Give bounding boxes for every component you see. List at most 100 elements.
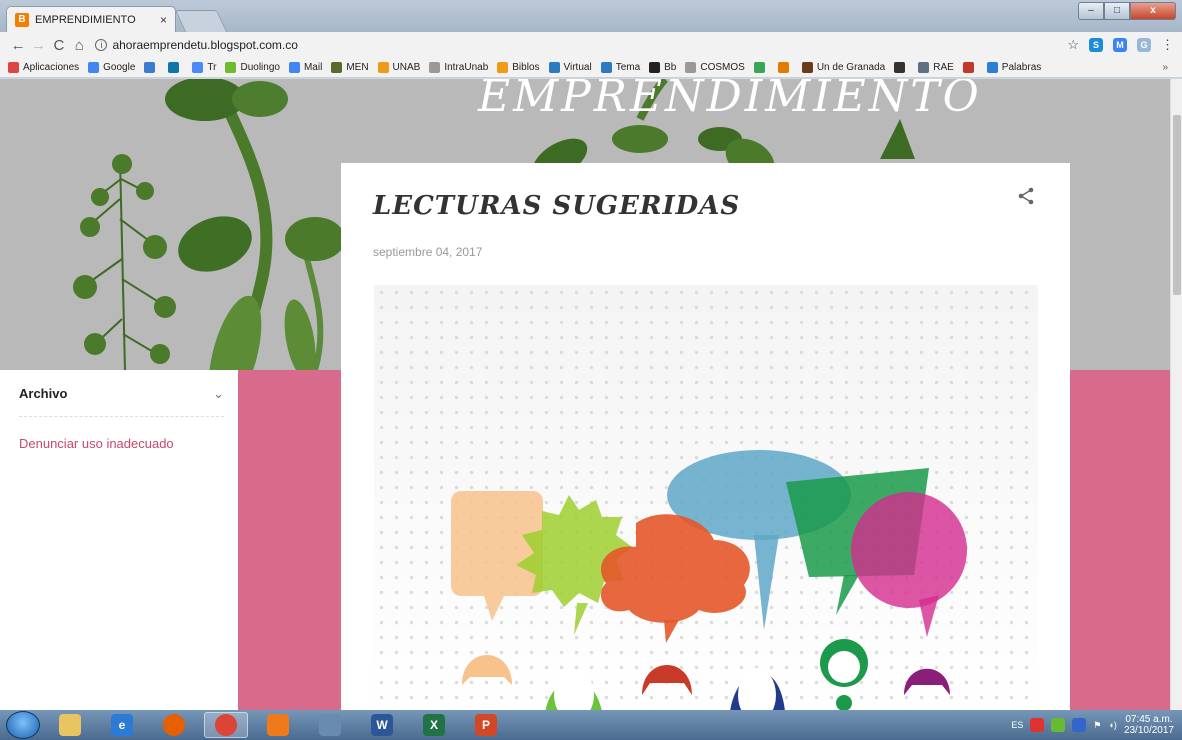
taskbar-file-explorer-button[interactable] [48, 712, 92, 738]
extension-icon[interactable]: G [1137, 38, 1151, 52]
tray-app-icon[interactable] [1051, 718, 1066, 732]
word-icon: W [371, 714, 393, 736]
clock-time: 07:45 a.m. [1125, 714, 1173, 725]
unab-icon [548, 62, 560, 73]
bookmark-item[interactable]: Un de Granada [801, 62, 886, 73]
bookmark-item[interactable] [168, 62, 183, 73]
bookmark-label: Tr [207, 62, 217, 73]
bookmark-item[interactable] [894, 62, 909, 73]
bookmark-label: Google [103, 62, 136, 73]
file-explorer-icon [59, 714, 81, 736]
archive-label: Archivo [19, 386, 68, 401]
post-image[interactable] [374, 285, 1038, 710]
app-icon [753, 62, 765, 73]
blogger-favicon-icon: B [15, 12, 29, 27]
flag-icon[interactable]: ⚑ [1093, 720, 1101, 731]
start-button[interactable] [6, 711, 40, 739]
bookmark-item[interactable]: Aplicaciones [8, 62, 79, 73]
page-scrollbar[interactable] [1170, 79, 1182, 710]
taskbar-powerpoint-button[interactable]: P [464, 712, 508, 738]
bookmarks-more-icon[interactable]: » [1162, 62, 1168, 73]
home-icon[interactable]: ⌂ [69, 37, 89, 54]
taskbar-internet-explorer-button[interactable]: e [100, 712, 144, 738]
internet-explorer-icon: e [111, 714, 133, 736]
google-icon [288, 62, 300, 73]
bookmark-item[interactable]: Duolingo [225, 62, 280, 73]
taskbar-excel-button[interactable]: X [412, 712, 456, 738]
taskbar-notepad-button[interactable] [308, 712, 352, 738]
reload-icon[interactable]: C [49, 37, 69, 54]
maximize-button[interactable]: □ [1104, 2, 1130, 20]
blog-header-title[interactable]: EMPRENDIMIENTO [478, 79, 982, 122]
unab-icon [377, 62, 389, 73]
tray-app-icon[interactable] [1072, 718, 1087, 732]
bookmark-item[interactable] [962, 62, 978, 73]
bookmark-label: RAE [933, 62, 954, 73]
extension-icon[interactable]: M [1113, 38, 1127, 52]
page-icon [429, 62, 441, 73]
bookmark-item[interactable]: RAE [918, 62, 954, 73]
scrollbar-thumb[interactable] [1173, 115, 1181, 295]
bookmark-item[interactable]: MEN [331, 62, 369, 73]
bookmark-label: UNAB [392, 62, 421, 73]
tab-close-icon[interactable]: × [160, 13, 167, 27]
bookmark-item[interactable]: Bb [649, 62, 676, 73]
chevron-down-icon[interactable]: ⌄ [213, 386, 224, 402]
tab-title: EMPRENDIMIENTO [35, 13, 136, 26]
bookmark-item[interactable]: Tema [600, 62, 641, 73]
clock-date: 23/10/2017 [1123, 725, 1174, 736]
bookmark-item[interactable]: COSMOS [685, 62, 745, 73]
language-indicator[interactable]: ES [1011, 720, 1023, 730]
translate-icon [192, 62, 204, 73]
system-tray: ES ⚑ ◖) 07:45 a.m. 23/10/2017 [1011, 714, 1182, 736]
sidebar: Archivo ⌄ Denunciar uso inadecuado [0, 370, 238, 710]
site-info-icon[interactable]: i [95, 39, 108, 51]
clock[interactable]: 07:45 a.m. 23/10/2017 [1124, 714, 1174, 736]
speech-bubbles-illustration [451, 450, 967, 710]
bookmarks-bar: Aplicaciones Google Tr Duolingo Mail MEN UNAB I… [0, 58, 1182, 78]
unab-icon [600, 62, 612, 73]
bookmark-item[interactable]: Tr [192, 62, 216, 73]
bookmark-label: Tema [615, 62, 641, 73]
chrome-icon [215, 714, 237, 736]
close-button[interactable]: x [1130, 2, 1176, 20]
post-date[interactable]: septiembre 04, 2017 [373, 245, 482, 259]
taskbar-firefox-button[interactable] [152, 712, 196, 738]
bookmark-label: Biblos [512, 62, 540, 73]
bookmark-item[interactable]: Palabras [986, 62, 1041, 73]
page-icon [685, 62, 697, 73]
tray-app-icon[interactable] [1030, 718, 1045, 732]
bookmark-item[interactable]: Virtual [548, 62, 592, 73]
bookmark-item[interactable]: IntraUnab [429, 62, 488, 73]
back-icon[interactable]: ← [8, 37, 28, 54]
firefox-icon [163, 714, 185, 736]
taskbar-word-button[interactable]: W [360, 712, 404, 738]
bookmark-label: Virtual [563, 62, 592, 73]
bookmark-label: Un de Granada [816, 62, 886, 73]
browser-tab[interactable]: B EMPRENDIMIENTO × [6, 6, 176, 32]
bookmark-item[interactable]: Biblos [497, 62, 540, 73]
apps-grid-icon [8, 62, 19, 73]
taskbar-chrome-button[interactable] [204, 712, 248, 738]
bookmark-star-icon[interactable]: ☆ [1067, 37, 1079, 53]
share-icon[interactable] [1017, 187, 1035, 205]
menu-icon[interactable]: ⋮ [1161, 37, 1174, 53]
archive-widget[interactable]: Archivo ⌄ [19, 386, 224, 417]
bookmark-item[interactable]: Google [88, 62, 135, 73]
bookmark-item[interactable] [144, 62, 159, 73]
bookmark-item[interactable]: Mail [288, 62, 322, 73]
forward-icon[interactable]: → [28, 37, 48, 54]
new-tab-button[interactable] [174, 10, 228, 32]
bookmark-item[interactable]: UNAB [377, 62, 421, 73]
volume-icon[interactable]: ◖) [1109, 720, 1117, 730]
minimize-button[interactable]: – [1078, 2, 1104, 20]
report-abuse-link[interactable]: Denunciar uso inadecuado [19, 436, 174, 451]
bookmark-item[interactable] [753, 62, 769, 73]
taskbar-media-button[interactable] [256, 712, 300, 738]
skype-extension-icon[interactable]: S [1089, 38, 1103, 52]
windows-taskbar: e W X P ES ⚑ ◖) 07:45 a.m. 23/10/2017 [0, 710, 1182, 740]
bookmark-item[interactable] [777, 62, 793, 73]
app-icon [962, 62, 974, 73]
post-title[interactable]: LECTURAS SUGERIDAS [373, 191, 740, 221]
address-bar[interactable]: i ahoraemprendetu.blogspot.com.co [95, 35, 1067, 55]
